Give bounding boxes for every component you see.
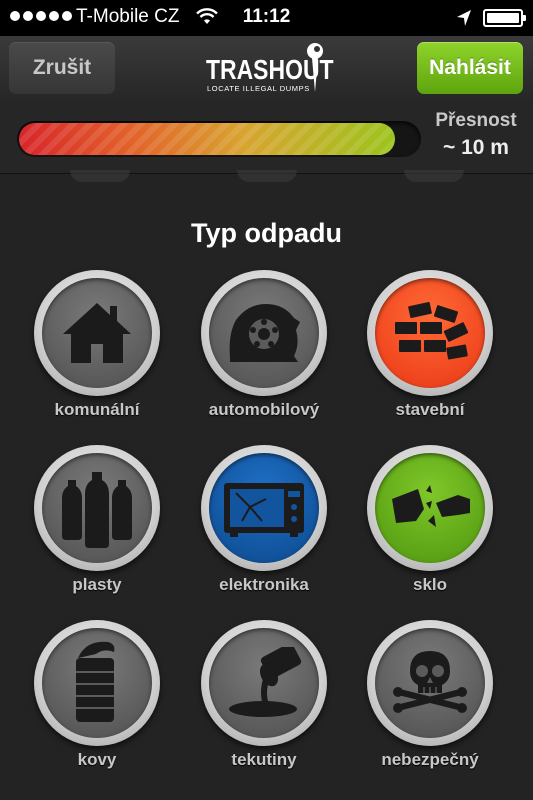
skull-icon [393,651,467,713]
category-label: stavební [395,400,465,419]
category-automobilovy[interactable]: automobilový [184,270,344,430]
category-elektronika[interactable]: elektronika [184,445,344,605]
gps-accuracy-panel: Přesnost ~ 10 m [0,102,533,174]
category-kovy[interactable]: kovy [17,620,177,780]
category-label: komunální [54,400,140,419]
category-plasty[interactable]: plasty [17,445,177,605]
report-button[interactable]: Nahlásit [417,42,523,94]
status-bar: T-Mobile CZ 11:12 [0,0,533,36]
scrolled-item-edge [237,170,297,182]
category-nebezpecny[interactable]: nebezpečný [350,620,510,780]
scrolled-item-edge [404,170,464,182]
category-label: elektronika [219,575,309,594]
navigation-bar: Zrušit TRASHOUT LOCATE ILLEGAL DUMPS Nah… [0,36,533,102]
category-label: plasty [72,575,122,594]
house-icon [63,303,131,363]
category-label: kovy [77,750,117,769]
plastic-bottles-icon [62,472,132,548]
section-title: Typ odpadu [191,218,342,248]
category-label: sklo [412,575,448,594]
category-tekutiny[interactable]: tekutiny [184,620,344,780]
logo-tagline: LOCATE ILLEGAL DUMPS [207,84,310,93]
tire-icon [229,304,300,362]
cancel-button[interactable]: Zrušit [9,42,115,94]
accuracy-progress-fill [19,123,395,155]
microwave-icon [224,483,304,537]
accuracy-progress-bar [17,121,421,157]
category-stavebni[interactable]: stavební [350,270,510,430]
category-sklo[interactable]: sklo [350,445,510,605]
battery-icon [483,9,526,27]
spilled-liquid-icon [229,647,302,717]
category-label: tekutiny [231,750,297,769]
category-komunalni[interactable]: komunální [17,270,177,430]
scrolled-item-edge [70,170,130,182]
category-label: automobilový [208,400,320,419]
clock: 11:12 [242,6,291,27]
broken-glass-icon [392,485,470,527]
trashout-logo: TRASHOUT LOCATE ILLEGAL DUMPS [204,42,334,96]
location-arrow-icon [456,9,472,32]
accuracy-value: ~ 10 m [443,136,509,159]
tin-can-icon [76,641,115,722]
accuracy-label: Přesnost [435,110,517,131]
category-label: nebezpečný [381,750,479,769]
bricks-icon [395,302,469,360]
